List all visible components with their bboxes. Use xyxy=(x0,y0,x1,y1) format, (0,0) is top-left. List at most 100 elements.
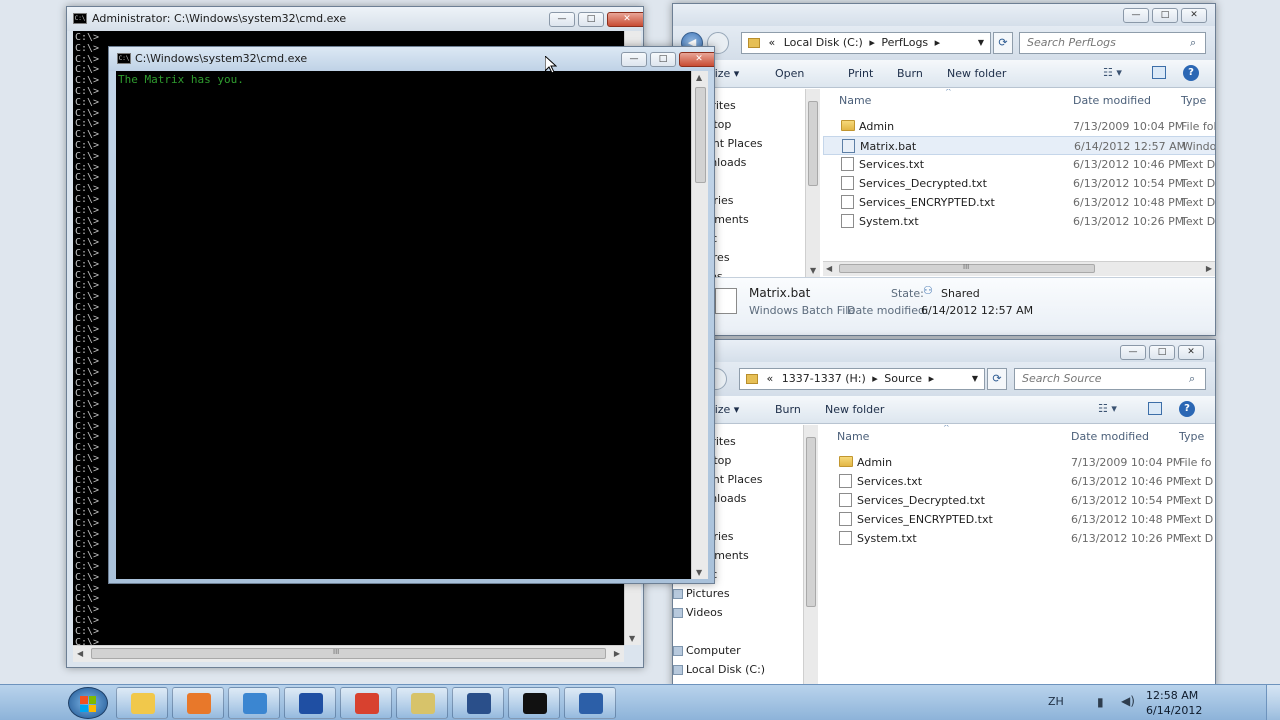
explorer-window-perflogs[interactable]: — □ ✕ ◀ « Local Disk (C:) ▸ PerfLogs ▸ ▼… xyxy=(672,3,1216,336)
foreground-cmd-window[interactable]: C:\ C:\Windows\system32\cmd.exe — □ ✕ Th… xyxy=(108,46,715,584)
path-separator-icon[interactable]: ▸ xyxy=(929,372,935,385)
title-bar[interactable]: C:\ C:\Windows\system32\cmd.exe — □ ✕ xyxy=(109,47,714,71)
file-row[interactable]: System.txt 6/13/2012 10:26 PM Text D xyxy=(821,529,1215,548)
path-separator-icon[interactable]: ▸ xyxy=(935,36,941,49)
file-row[interactable]: Services_Decrypted.txt 6/13/2012 10:54 PM… xyxy=(823,174,1215,193)
close-button[interactable]: ✕ xyxy=(1178,345,1204,360)
minimize-button[interactable]: — xyxy=(1123,8,1149,23)
address-bar[interactable]: « 1337-1337 (H:) ▸ Source ▸ ▼ xyxy=(739,368,985,390)
nav-item-local-disk-c-[interactable]: Local Disk (C:) xyxy=(673,663,765,676)
scroll-down-arrow-icon[interactable]: ▼ xyxy=(696,568,702,577)
nav-scrollbar[interactable] xyxy=(803,425,818,688)
file-row[interactable]: Admin 7/13/2009 10:04 PM File fol xyxy=(823,117,1215,136)
file-list-hscrollbar[interactable]: ◀ III ▶ xyxy=(823,261,1215,276)
file-row[interactable]: Services_Decrypted.txt 6/13/2012 10:54 PM… xyxy=(821,491,1215,510)
network-icon[interactable]: ▮ xyxy=(1097,695,1104,709)
command-print[interactable]: Print xyxy=(848,67,873,80)
refresh-button[interactable]: ⟳ xyxy=(993,32,1013,54)
close-button[interactable]: ✕ xyxy=(1181,8,1207,23)
scroll-thumb[interactable] xyxy=(808,101,818,186)
title-bar[interactable]: — □ ✕ xyxy=(673,4,1215,26)
command-new-folder[interactable]: New folder xyxy=(947,67,1006,80)
file-list[interactable]: Name Date modified Type ^ Admin 7/13/2009 10:… xyxy=(821,425,1215,688)
minimize-button[interactable]: — xyxy=(1120,345,1146,360)
help-icon[interactable]: ? xyxy=(1183,65,1199,81)
vertical-scrollbar[interactable]: ▲ ▼ xyxy=(691,71,708,579)
taskbar-folder-button[interactable] xyxy=(396,687,448,719)
nav-item-computer[interactable]: Computer xyxy=(673,644,741,657)
path-separator-icon[interactable]: ▸ xyxy=(869,36,875,49)
clock-date[interactable]: 6/14/2012 xyxy=(1146,704,1202,717)
file-row[interactable]: Matrix.bat 6/14/2012 12:57 AM Windo xyxy=(823,136,1215,155)
path-drive[interactable]: 1337-1337 (H:) xyxy=(782,372,866,385)
taskbar-media-player-button[interactable] xyxy=(172,687,224,719)
path-separator-icon[interactable]: ▸ xyxy=(872,372,878,385)
file-row[interactable]: Services.txt 6/13/2012 10:46 PM Text D xyxy=(821,472,1215,491)
taskbar-command-prompt-button[interactable] xyxy=(508,687,560,719)
file-list[interactable]: Name Date modified Type ^ Admin 7/13/2009 10:… xyxy=(823,89,1215,264)
scroll-right-arrow-icon[interactable]: ▶ xyxy=(1206,264,1212,273)
taskbar-remote-desktop-button[interactable] xyxy=(228,687,280,719)
command-open[interactable]: Open xyxy=(775,67,804,80)
scroll-down-arrow-icon[interactable]: ▼ xyxy=(810,266,816,275)
column-header-date[interactable]: Date modified xyxy=(1073,94,1151,107)
minimize-button[interactable]: — xyxy=(621,52,647,67)
column-header-name[interactable]: Name xyxy=(839,94,871,107)
file-row[interactable]: Admin 7/13/2009 10:04 PM File fo xyxy=(821,453,1215,472)
file-row[interactable]: System.txt 6/13/2012 10:26 PM Text D xyxy=(823,212,1215,231)
command-new-folder[interactable]: New folder xyxy=(825,403,884,416)
taskbar-media-center-button[interactable] xyxy=(452,687,504,719)
file-row[interactable]: Services_ENCRYPTED.txt 6/13/2012 10:48 PM… xyxy=(823,193,1215,212)
maximize-button[interactable]: □ xyxy=(1149,345,1175,360)
refresh-button[interactable]: ⟳ xyxy=(987,368,1007,390)
explorer-window-source[interactable]: — □ ✕ « 1337-1337 (H:) ▸ Source ▸ ▼ ⟳ Se… xyxy=(672,339,1216,689)
column-header-type[interactable]: Type xyxy=(1181,94,1206,107)
address-bar[interactable]: « Local Disk (C:) ▸ PerfLogs ▸ ▼ xyxy=(741,32,991,54)
view-options[interactable]: ☷ ▾ xyxy=(1098,402,1117,415)
scroll-left-arrow-icon[interactable]: ◀ xyxy=(77,649,83,658)
taskbar-virtual-machine-button[interactable] xyxy=(564,687,616,719)
title-bar[interactable]: — □ ✕ xyxy=(673,340,1215,362)
clock-time[interactable]: 12:58 AM xyxy=(1146,689,1198,702)
help-icon[interactable]: ? xyxy=(1179,401,1195,417)
search-input[interactable]: Search Source xyxy=(1014,368,1206,390)
close-button[interactable]: ✕ xyxy=(607,12,643,27)
column-header-type[interactable]: Type xyxy=(1179,430,1204,443)
console-output[interactable]: The Matrix has you. xyxy=(116,71,691,579)
taskbar-chrome-button[interactable] xyxy=(340,687,392,719)
column-header-date[interactable]: Date modified xyxy=(1071,430,1149,443)
scroll-down-arrow-icon[interactable]: ▼ xyxy=(629,634,635,643)
taskbar-bluetooth-button[interactable] xyxy=(284,687,336,719)
command-burn[interactable]: Burn xyxy=(775,403,801,416)
scroll-right-arrow-icon[interactable]: ▶ xyxy=(614,649,620,658)
preview-pane-icon[interactable] xyxy=(1152,66,1166,79)
path-folder[interactable]: PerfLogs xyxy=(881,36,928,49)
title-bar[interactable]: C:\ Administrator: C:\Windows\system32\c… xyxy=(67,7,643,31)
path-folder[interactable]: Source xyxy=(884,372,922,385)
maximize-button[interactable]: □ xyxy=(578,12,604,27)
scroll-thumb[interactable] xyxy=(695,87,706,183)
start-button[interactable] xyxy=(68,687,108,719)
horizontal-scrollbar[interactable]: ◀ III ▶ xyxy=(73,645,624,662)
nav-item-videos[interactable]: Videos xyxy=(673,606,723,619)
maximize-button[interactable]: □ xyxy=(1152,8,1178,23)
scroll-left-arrow-icon[interactable]: ◀ xyxy=(826,264,832,273)
command-burn[interactable]: Burn xyxy=(897,67,923,80)
search-input[interactable]: Search PerfLogs xyxy=(1019,32,1206,54)
scroll-up-arrow-icon[interactable]: ▲ xyxy=(696,73,702,82)
close-button[interactable]: ✕ xyxy=(679,52,714,67)
nav-item-pictures[interactable]: Pictures xyxy=(673,587,730,600)
path-drive[interactable]: Local Disk (C:) xyxy=(784,36,863,49)
file-row[interactable]: Services_ENCRYPTED.txt 6/13/2012 10:48 PM… xyxy=(821,510,1215,529)
minimize-button[interactable]: — xyxy=(549,12,575,27)
view-options[interactable]: ☷ ▾ xyxy=(1103,66,1122,79)
scroll-thumb[interactable] xyxy=(806,437,816,607)
language-indicator[interactable]: ZH xyxy=(1048,695,1064,708)
maximize-button[interactable]: □ xyxy=(650,52,676,67)
address-dropdown-icon[interactable]: ▼ xyxy=(972,369,978,389)
column-header-name[interactable]: Name xyxy=(837,430,869,443)
volume-icon[interactable]: ◀) xyxy=(1121,694,1135,708)
address-dropdown-icon[interactable]: ▼ xyxy=(978,33,984,53)
taskbar-windows-explorer-button[interactable] xyxy=(116,687,168,719)
scroll-thumb[interactable] xyxy=(91,648,606,659)
